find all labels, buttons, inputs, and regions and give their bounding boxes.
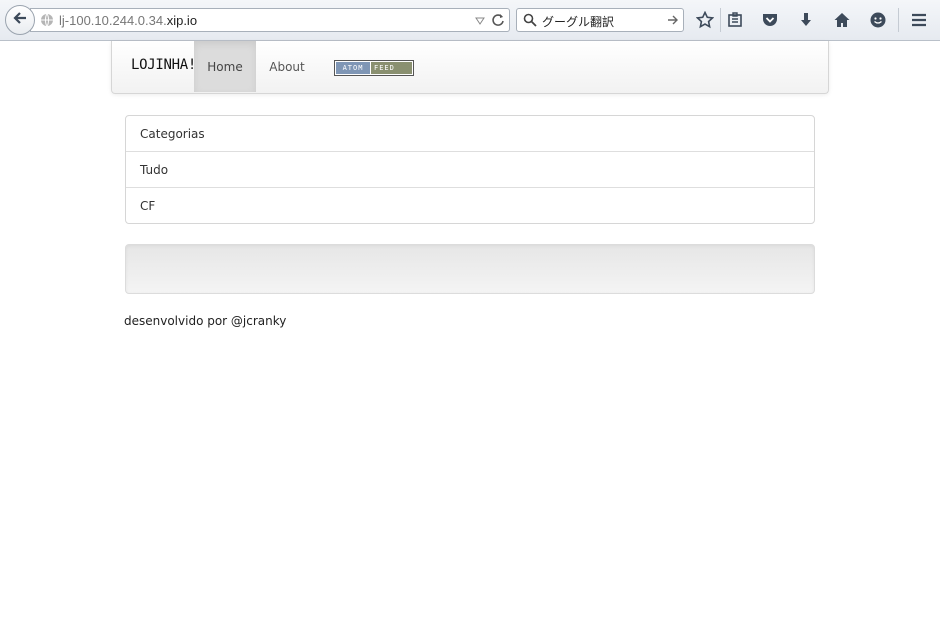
atom-feed-badge[interactable]: ATOM FEED (334, 60, 414, 76)
list-item-categorias: Categorias (126, 116, 814, 152)
feed-badge-feed: FEED (371, 62, 412, 74)
nav-item-label: About (269, 59, 305, 74)
nav-item-label: Home (207, 59, 243, 74)
category-list: Categorias Tudo CF (125, 115, 815, 224)
toolbar-separator (720, 8, 721, 32)
brand-logo[interactable]: LOJINHA! (131, 57, 196, 73)
globe-icon (40, 13, 54, 30)
url-bar[interactable]: lj-100.10.244.0.34.xip.io (30, 8, 510, 32)
reading-list-icon[interactable] (725, 10, 745, 30)
smiley-icon[interactable] (868, 10, 888, 30)
menu-icon[interactable] (909, 10, 929, 30)
bookmark-star-icon[interactable] (695, 10, 715, 30)
url-prefix: lj-100.10.244.0.34. (59, 13, 167, 28)
url-domain: xip.io (166, 13, 198, 28)
list-item-cf[interactable]: CF (126, 188, 814, 224)
go-arrow-icon[interactable] (667, 14, 679, 29)
search-input[interactable]: グーグル翻訳 (542, 13, 614, 30)
nav-item-about[interactable]: About (258, 41, 316, 92)
search-bar[interactable]: グーグル翻訳 (516, 8, 684, 32)
reload-icon[interactable] (491, 13, 505, 30)
feed-badge-atom: ATOM (336, 62, 370, 74)
nav-item-home[interactable]: Home (194, 41, 256, 92)
list-item-tudo[interactable]: Tudo (126, 152, 814, 188)
site-navbar: LOJINHA! Home About ATOM FEED (111, 41, 829, 94)
back-arrow-icon (12, 10, 28, 30)
download-icon[interactable] (796, 10, 816, 30)
pocket-icon[interactable] (760, 10, 780, 30)
footer-credit: desenvolvido por @jcranky (124, 314, 287, 328)
content-well (125, 244, 815, 294)
browser-toolbar: lj-100.10.244.0.34.xip.io グーグル翻訳 (0, 0, 940, 41)
toolbar-separator (898, 8, 899, 32)
home-icon[interactable] (832, 10, 852, 30)
dropdown-triangle-icon[interactable] (475, 14, 485, 29)
url-text[interactable]: lj-100.10.244.0.34.xip.io (59, 13, 197, 28)
back-button[interactable] (5, 5, 35, 35)
search-icon (523, 13, 537, 30)
